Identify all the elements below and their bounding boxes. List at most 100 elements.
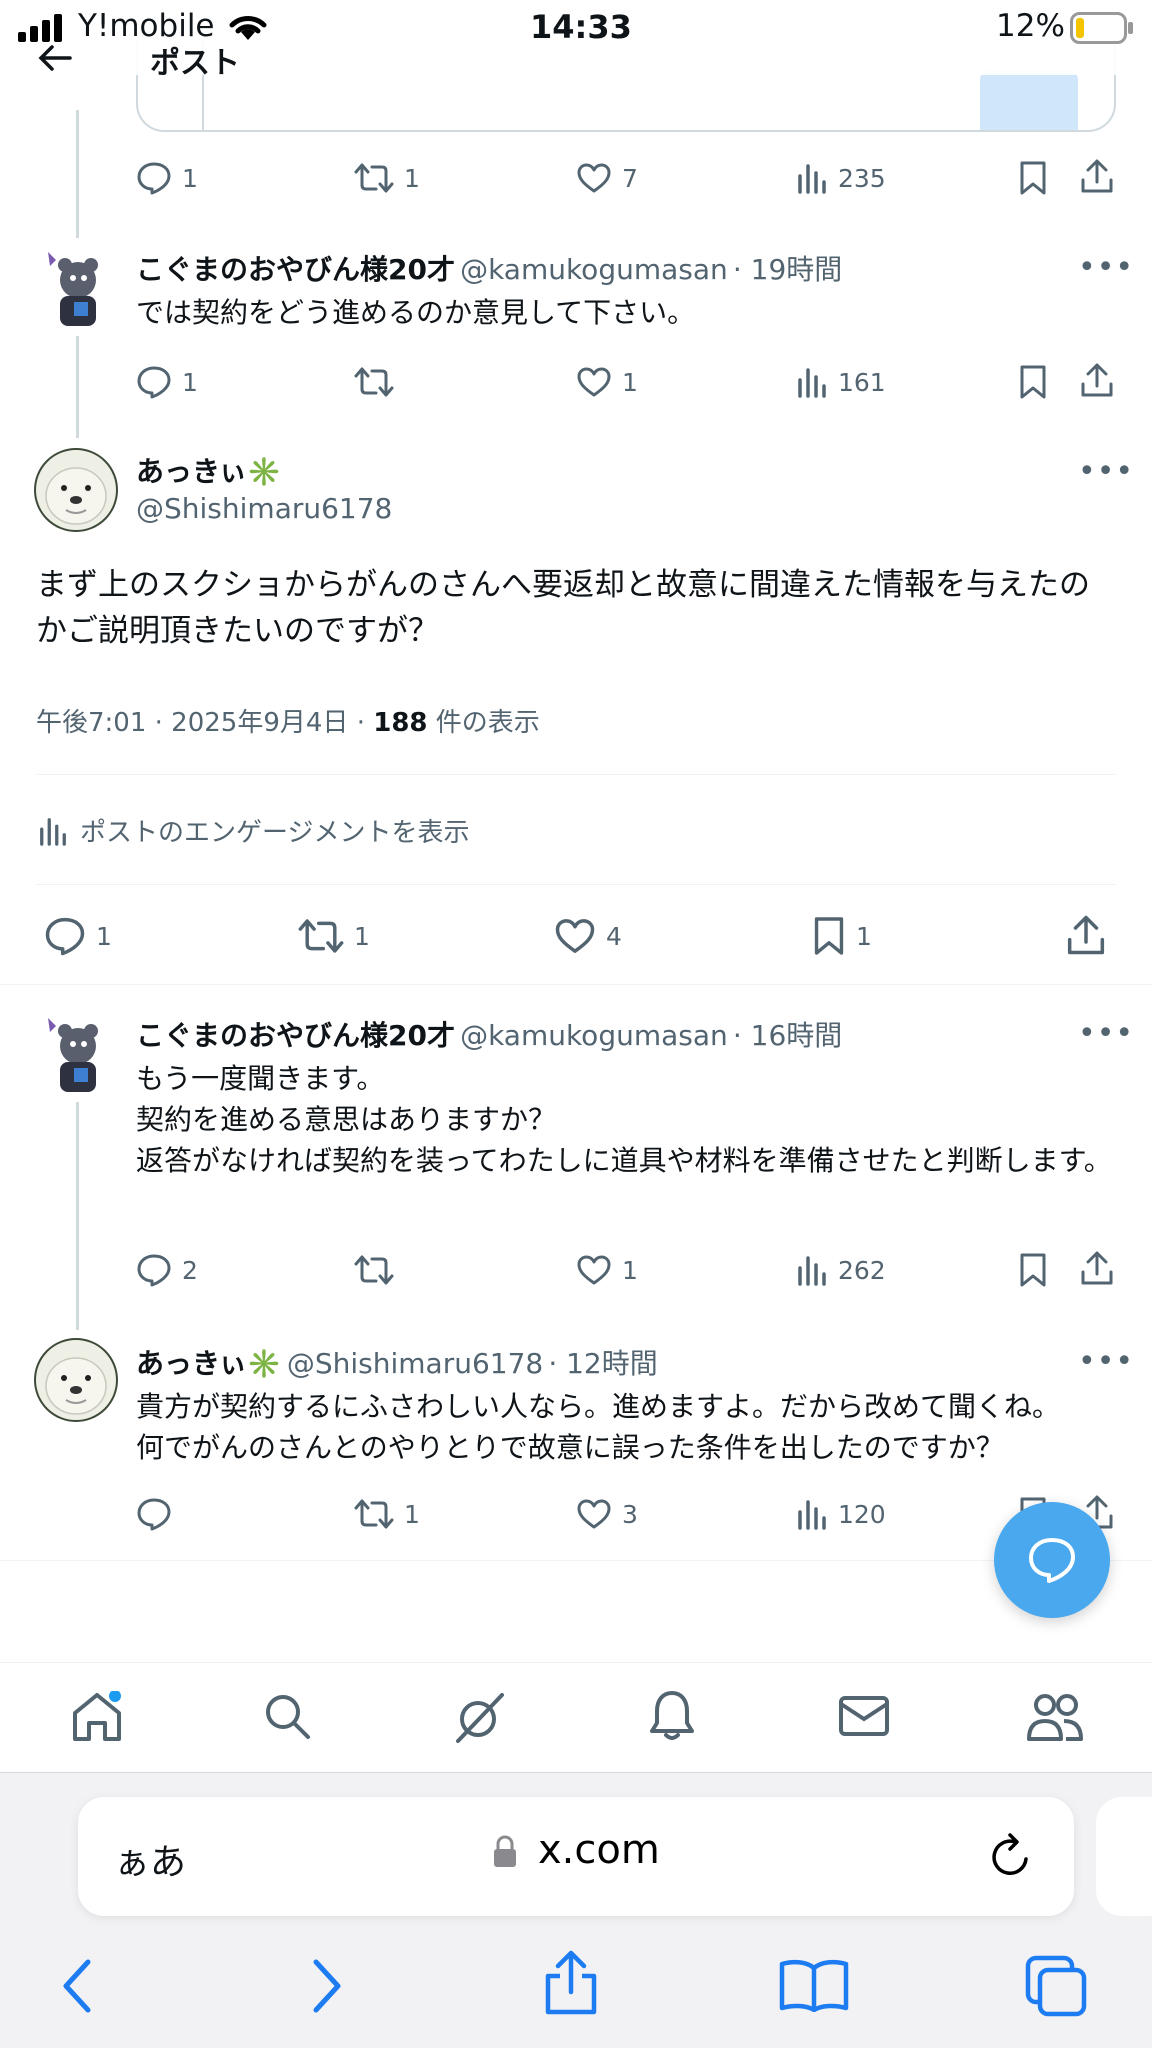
views-button[interactable]: 120 (796, 1492, 886, 1536)
url-text[interactable]: x.com (538, 1827, 660, 1873)
like-button[interactable]: 3 (576, 1492, 638, 1536)
repost-button[interactable]: 1 (298, 914, 370, 958)
views-button[interactable]: 262 (796, 1248, 886, 1292)
next-tab-preview[interactable] (1096, 1797, 1152, 1916)
user-handle[interactable]: @Shishimaru6178 (136, 492, 392, 525)
reply-button[interactable]: 1 (136, 156, 198, 200)
address-bar[interactable]: ぁあ x.com (78, 1797, 1074, 1916)
like-button[interactable]: 7 (576, 156, 638, 200)
back-icon[interactable] (60, 1958, 94, 2018)
post-header: こぐまのおやびん様20才 @kamukogumasan · 19時間 (136, 248, 842, 288)
repost-count: 1 (404, 1499, 420, 1529)
post-text-line: 契約を進める意思はありますか？ (136, 1103, 557, 1136)
reply-button[interactable]: 2 (136, 1248, 198, 1292)
views-icon (798, 1256, 826, 1286)
home-icon[interactable] (70, 1690, 124, 1747)
bookmark-button[interactable]: 1 (812, 914, 872, 958)
avatar[interactable] (34, 246, 118, 330)
divider (0, 1560, 1152, 1561)
views-count: 120 (838, 1499, 886, 1529)
reply-button[interactable]: 1 (136, 360, 198, 404)
reply-button[interactable] (136, 1492, 172, 1536)
views-label: 件の表示 (435, 708, 540, 738)
avatar[interactable] (34, 448, 118, 532)
display-name[interactable]: あっきぃ✳️ (136, 1347, 282, 1380)
repost-button[interactable]: 1 (354, 156, 420, 200)
notifications-icon[interactable] (648, 1689, 696, 1747)
lock-icon (492, 1835, 518, 1873)
repost-button[interactable] (354, 360, 394, 404)
post-time[interactable]: · 19時間 (733, 253, 842, 286)
more-options-icon[interactable]: ••• (1078, 1016, 1134, 1051)
display-name[interactable]: あっきぃ✳️ (136, 450, 282, 490)
reply-icon (137, 162, 171, 195)
avatar[interactable] (34, 1338, 118, 1422)
like-button[interactable]: 1 (576, 1248, 638, 1292)
repost-button[interactable] (354, 1248, 394, 1292)
views-icon (40, 817, 66, 846)
divider (0, 984, 1152, 985)
views-count: 235 (838, 163, 886, 193)
bookmarks-book-icon[interactable] (778, 1958, 850, 2016)
views-icon (798, 164, 826, 194)
display-name[interactable]: こぐまのおやびん様20才 (136, 253, 455, 286)
reply-count: 1 (182, 367, 198, 397)
views-count: 262 (838, 1255, 886, 1285)
post-text-line: 返答がなければ契約を装ってわたしに道具や材料を準備させたと判断します。 (136, 1144, 1112, 1177)
heart-icon (577, 163, 611, 193)
user-handle[interactable]: @kamukogumasan (460, 1019, 728, 1052)
post-time[interactable]: · 16時間 (733, 1019, 842, 1052)
views-button[interactable]: 161 (796, 360, 886, 404)
reply-icon (137, 366, 171, 399)
post-time[interactable]: · 12時間 (548, 1347, 657, 1380)
more-options-icon[interactable]: ••• (1078, 250, 1134, 285)
post-header: あっきぃ✳️ @Shishimaru6178 · 12時間 (136, 1342, 658, 1382)
compose-reply-button[interactable] (994, 1502, 1110, 1618)
reply-icon (137, 1498, 171, 1531)
share-sheet-icon[interactable] (540, 1950, 602, 2020)
bookmark-icon[interactable] (1018, 160, 1048, 200)
repost-button[interactable]: 1 (354, 1492, 420, 1536)
tabs-icon[interactable] (1024, 1954, 1090, 2022)
communities-icon[interactable] (1026, 1691, 1084, 1747)
post-date[interactable]: 午後7:01 · 2025年9月4日 · (36, 708, 365, 738)
repost-icon (354, 163, 394, 193)
user-handle[interactable]: @kamukogumasan (460, 253, 728, 286)
messages-icon[interactable] (838, 1695, 890, 1741)
forward-icon[interactable] (310, 1958, 344, 2018)
bookmark-icon[interactable] (1018, 364, 1048, 404)
repost-count: 1 (354, 921, 370, 951)
reader-format-button[interactable]: ぁあ (114, 1833, 186, 1885)
grok-icon[interactable] (452, 1689, 508, 1749)
divider (36, 774, 1116, 775)
post-text-line: 何でがんのさんとのやりとりで故意に誤った条件を出したのですか？ (136, 1431, 1004, 1464)
share-icon[interactable] (1080, 1250, 1114, 1290)
share-icon[interactable] (1080, 158, 1114, 198)
reply-icon (45, 917, 85, 956)
post-text: 貴方が契約するにふさわしい人なら。進めますよ。だから改めて聞くね。 何でがんのさ… (136, 1386, 1126, 1468)
share-icon[interactable] (1080, 362, 1114, 402)
like-count: 1 (622, 1255, 638, 1285)
user-handle[interactable]: @Shishimaru6178 (287, 1347, 543, 1380)
battery-percent: 12% (996, 8, 1065, 44)
bookmark-icon[interactable] (1018, 1252, 1048, 1292)
display-name[interactable]: こぐまのおやびん様20才 (136, 1019, 455, 1052)
engagement-link[interactable]: ポストのエンゲージメントを表示 (38, 812, 469, 849)
more-options-icon[interactable]: ••• (1078, 1344, 1134, 1379)
heart-icon (577, 367, 611, 397)
reload-icon[interactable] (988, 1831, 1034, 1885)
heart-icon (577, 1255, 611, 1285)
more-options-icon[interactable]: ••• (1078, 454, 1134, 489)
like-button[interactable]: 1 (576, 360, 638, 404)
search-icon[interactable] (262, 1691, 312, 1745)
reply-button[interactable]: 1 (44, 914, 112, 958)
post-meta: 午後7:01 · 2025年9月4日 · 188 件の表示 (36, 702, 540, 739)
post-text: もう一度聞きます。 契約を進める意思はありますか？ 返答がなければ契約を装ってわ… (136, 1058, 1116, 1181)
bottom-tab-bar (0, 1662, 1152, 1772)
views-button[interactable]: 235 (796, 156, 886, 200)
avatar[interactable] (34, 1012, 118, 1096)
engagement-label: ポストのエンゲージメントを表示 (80, 818, 470, 848)
share-icon[interactable] (1066, 914, 1106, 960)
views-count: 188 (373, 708, 428, 738)
like-button[interactable]: 4 (554, 914, 622, 958)
